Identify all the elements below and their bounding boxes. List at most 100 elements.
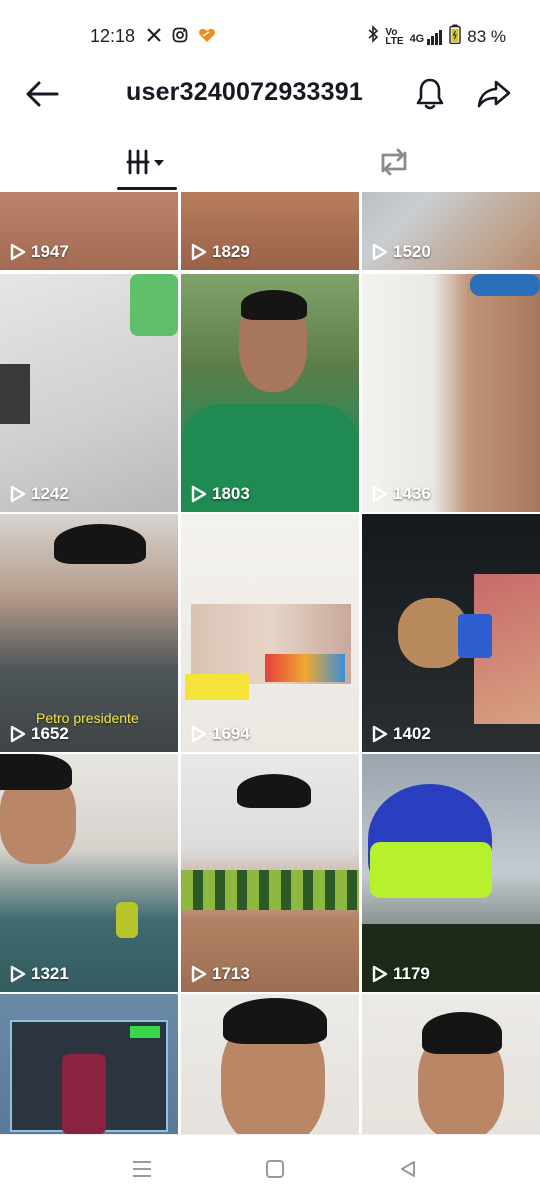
video-thumbnail[interactable] bbox=[0, 994, 178, 1134]
profile-username: user3240072933391 bbox=[126, 78, 363, 106]
view-count: 1436 bbox=[372, 484, 431, 504]
status-app-icons bbox=[146, 27, 216, 48]
bluetooth-icon bbox=[367, 25, 379, 48]
view-count-label: 1947 bbox=[31, 242, 69, 261]
view-count-label: 1713 bbox=[212, 964, 250, 983]
play-icon bbox=[191, 725, 207, 743]
video-thumbnail-object bbox=[185, 674, 249, 700]
view-count: 1803 bbox=[191, 484, 250, 504]
network-type-label: 4G bbox=[409, 32, 425, 45]
play-icon bbox=[10, 243, 26, 261]
view-count-label: 1652 bbox=[31, 724, 69, 743]
video-thumbnail[interactable]: 1179 bbox=[362, 754, 540, 992]
recents-button[interactable] bbox=[127, 1155, 157, 1183]
battery-percent: 83 % bbox=[467, 26, 506, 46]
view-count-label: 1242 bbox=[31, 484, 69, 503]
video-thumbnail[interactable]: 1520 bbox=[362, 192, 540, 270]
play-icon bbox=[191, 965, 207, 983]
video-thumbnail-object bbox=[0, 754, 72, 790]
status-time: 12:18 bbox=[90, 26, 136, 46]
video-grid: 1947 1829 1520 1242 1803 1436 Petro pres… bbox=[0, 192, 540, 1134]
play-icon bbox=[10, 485, 26, 503]
play-icon bbox=[372, 965, 388, 983]
arrow-left-icon bbox=[26, 81, 59, 107]
video-thumbnail[interactable]: 1402 bbox=[362, 514, 540, 752]
view-count: 1829 bbox=[191, 242, 250, 262]
view-count: 1179 bbox=[372, 964, 430, 984]
video-thumbnail-object bbox=[422, 1012, 502, 1054]
video-thumbnail[interactable] bbox=[181, 994, 359, 1134]
tab-videos[interactable] bbox=[118, 142, 178, 182]
view-count-label: 1829 bbox=[212, 242, 250, 261]
video-thumbnail[interactable]: 1694 bbox=[181, 514, 359, 752]
view-count: 1947 bbox=[10, 242, 69, 262]
repost-icon bbox=[381, 148, 407, 176]
system-nav-bar bbox=[0, 1134, 540, 1200]
view-count: 1694 bbox=[191, 724, 250, 744]
video-thumbnail[interactable]: 1321 bbox=[0, 754, 178, 992]
video-thumbnail-object bbox=[62, 1054, 106, 1134]
play-icon bbox=[372, 243, 388, 261]
video-thumbnail[interactable]: Petro presidente 1652 bbox=[0, 514, 178, 752]
battery-icon bbox=[449, 24, 461, 49]
video-thumbnail[interactable] bbox=[362, 994, 540, 1134]
home-button[interactable] bbox=[260, 1155, 290, 1183]
view-count-label: 1694 bbox=[212, 724, 250, 743]
share-button[interactable] bbox=[474, 74, 514, 114]
signal-icon: 4G bbox=[410, 29, 444, 45]
view-count-label: 1402 bbox=[393, 724, 431, 743]
video-thumbnail-object bbox=[54, 524, 146, 564]
play-icon bbox=[10, 965, 26, 983]
active-tab-indicator bbox=[117, 187, 177, 190]
view-count-label: 1520 bbox=[393, 242, 431, 261]
view-count-label: 1321 bbox=[31, 964, 69, 983]
back-nav-button[interactable] bbox=[393, 1155, 423, 1183]
view-count-label: 1436 bbox=[393, 484, 431, 503]
x-icon bbox=[146, 27, 162, 48]
view-count-label: 1179 bbox=[393, 964, 430, 983]
video-thumbnail-object bbox=[130, 274, 178, 336]
view-count: 1402 bbox=[372, 724, 431, 744]
status-indicators: Vo LTE 4G 83 % bbox=[367, 24, 506, 49]
video-thumbnail-object bbox=[116, 902, 138, 938]
view-count: 1242 bbox=[10, 484, 69, 504]
share-arrow-icon bbox=[477, 80, 511, 108]
video-thumbnail[interactable]: 1242 bbox=[0, 274, 178, 512]
volte-icon: Vo LTE bbox=[385, 26, 404, 47]
video-thumbnail[interactable]: 1947 bbox=[0, 192, 178, 270]
video-thumbnail-object bbox=[130, 1026, 160, 1038]
play-icon bbox=[10, 725, 26, 743]
view-count: 1652 bbox=[10, 724, 69, 744]
profile-tabs bbox=[0, 132, 540, 192]
play-icon bbox=[191, 243, 207, 261]
play-icon bbox=[372, 725, 388, 743]
video-thumbnail[interactable]: 1713 bbox=[181, 754, 359, 992]
video-thumbnail-object bbox=[0, 364, 30, 424]
grid-icon bbox=[126, 149, 164, 175]
notification-button[interactable] bbox=[410, 74, 450, 114]
home-square-icon bbox=[266, 1160, 284, 1178]
video-thumbnail-object bbox=[370, 842, 492, 898]
menu-lines-icon bbox=[133, 1161, 151, 1177]
video-thumbnail-object bbox=[241, 290, 307, 320]
view-count: 1713 bbox=[191, 964, 250, 984]
play-icon bbox=[372, 485, 388, 503]
profile-header: user3240072933391 bbox=[0, 60, 540, 126]
video-thumbnail-object bbox=[470, 274, 540, 296]
instagram-icon bbox=[172, 27, 188, 48]
video-thumbnail-object bbox=[458, 614, 492, 658]
video-thumbnail-image bbox=[362, 274, 540, 512]
video-thumbnail[interactable]: 1829 bbox=[181, 192, 359, 270]
video-thumbnail-object bbox=[237, 774, 311, 808]
video-thumbnail[interactable]: 1436 bbox=[362, 274, 540, 512]
video-thumbnail-object bbox=[223, 998, 327, 1044]
video-thumbnail[interactable]: 1803 bbox=[181, 274, 359, 512]
video-thumbnail-object bbox=[181, 870, 359, 910]
app-heart-icon bbox=[198, 27, 216, 48]
back-button[interactable] bbox=[22, 74, 62, 114]
view-count: 1321 bbox=[10, 964, 69, 984]
tab-reposts[interactable] bbox=[372, 142, 416, 182]
view-count-label: 1803 bbox=[212, 484, 250, 503]
triangle-back-icon bbox=[401, 1161, 415, 1177]
play-icon bbox=[191, 485, 207, 503]
